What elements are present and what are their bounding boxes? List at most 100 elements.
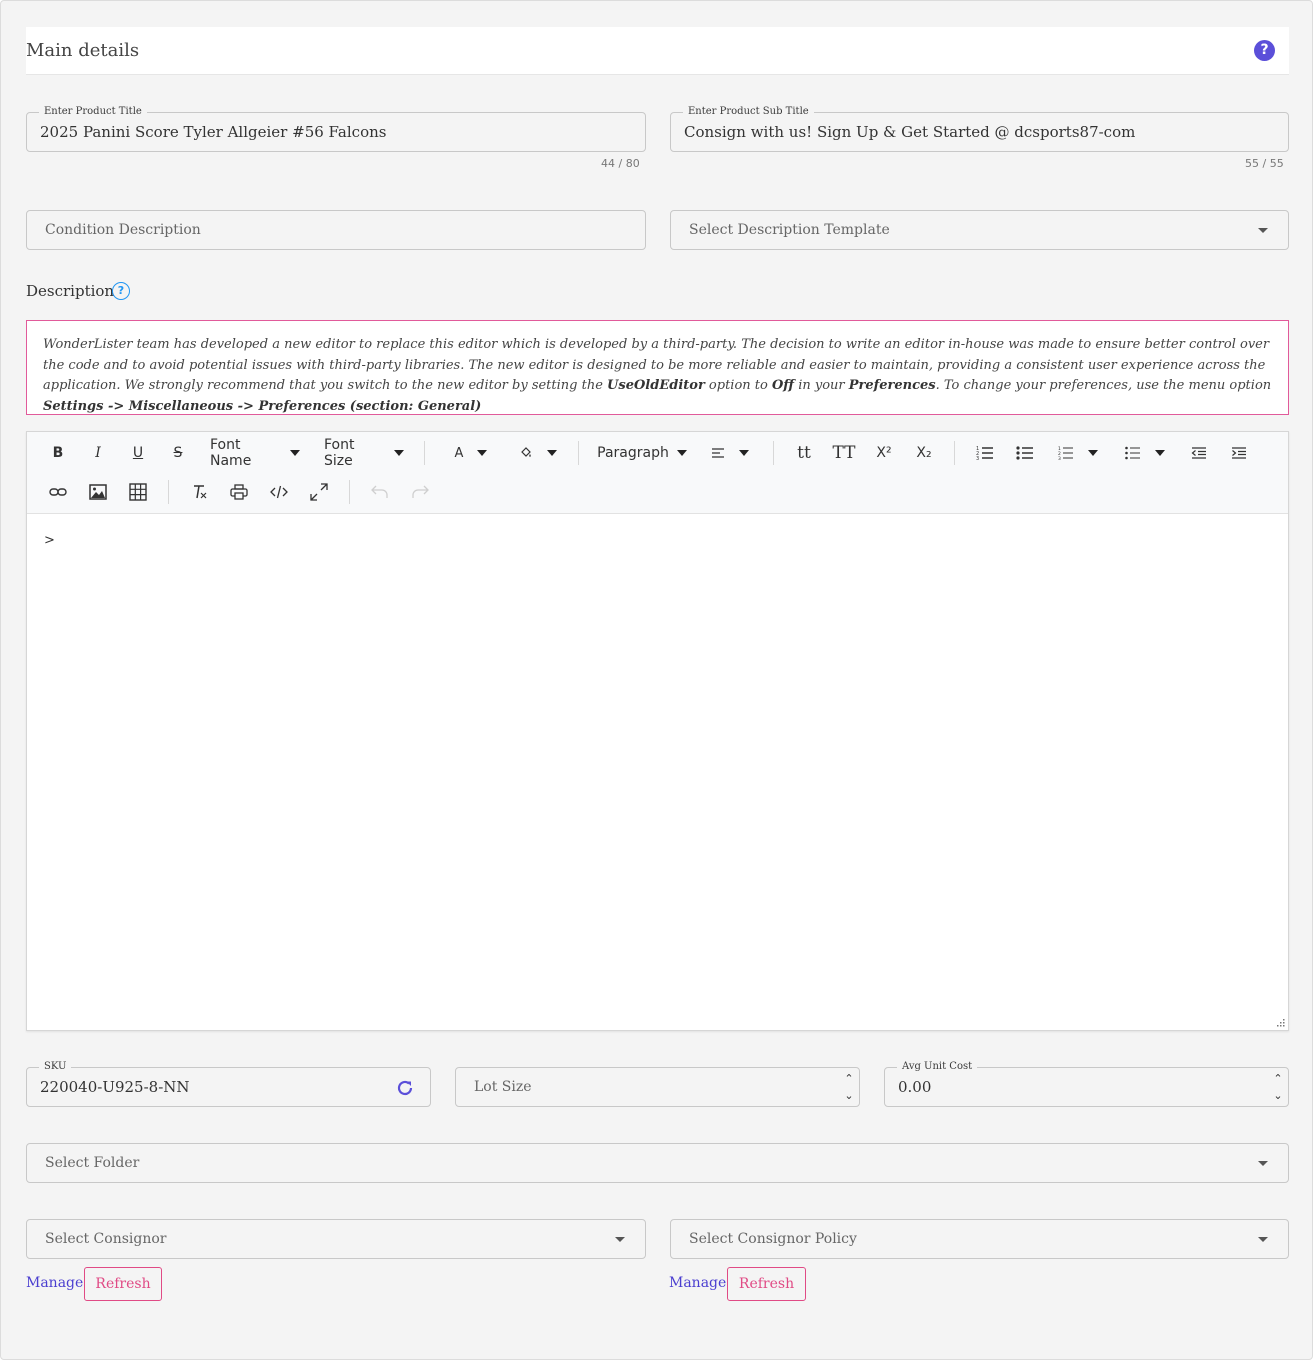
align-left-icon <box>712 448 724 458</box>
superscript-button[interactable]: X² <box>870 439 898 467</box>
toolbar-separator <box>349 480 350 504</box>
printer-icon <box>230 484 248 500</box>
sku-label: SKU <box>39 1060 72 1074</box>
paragraph-label: Paragraph <box>597 445 669 461</box>
clear-format-icon <box>194 485 207 499</box>
subscript-button[interactable]: X₂ <box>910 439 938 467</box>
consignor-placeholder: Select Consignor <box>45 1231 167 1247</box>
consignor-select[interactable]: Select Consignor <box>26 1219 646 1259</box>
notice-option-value: Off <box>771 378 795 393</box>
caret-down-icon <box>394 450 404 456</box>
chevron-up-icon[interactable]: ⌃ <box>842 1070 856 1087</box>
resize-handle-icon[interactable] <box>1275 1017 1285 1027</box>
svg-text:3: 3 <box>976 456 979 461</box>
sku-field[interactable]: SKU 220040-U925-8-NN <box>26 1060 431 1107</box>
svg-text:3: 3 <box>1058 456 1061 460</box>
consignor-refresh-button[interactable]: Refresh <box>84 1267 162 1301</box>
avg-unit-cost-spinner[interactable]: ⌃ ⌄ <box>1271 1070 1285 1104</box>
outdent-button[interactable] <box>1185 439 1213 467</box>
toolbar-separator <box>168 480 169 504</box>
toolbar-separator <box>773 441 774 465</box>
paint-bucket-icon <box>521 447 531 457</box>
ordered-list-style-dropdown[interactable]: 123 <box>1051 439 1105 467</box>
source-code-button[interactable] <box>265 478 293 506</box>
indent-button[interactable] <box>1225 439 1253 467</box>
insert-image-button[interactable] <box>84 478 112 506</box>
alignment-dropdown[interactable] <box>707 439 753 467</box>
clear-formatting-button[interactable] <box>185 478 213 506</box>
consignor-policy-refresh-button[interactable]: Refresh <box>727 1267 806 1301</box>
description-template-select[interactable]: Select Description Template <box>670 210 1289 250</box>
product-title-counter: 44 / 80 <box>601 157 640 170</box>
font-name-dropdown[interactable]: Font Name <box>210 437 300 469</box>
redo-icon <box>412 485 429 498</box>
product-title-label: Enter Product Title <box>39 105 147 119</box>
expand-icon <box>310 483 328 501</box>
editor-toolbar: B I U S Font Name Font Size A Paragraph <box>27 432 1288 514</box>
font-size-dropdown[interactable]: Font Size <box>324 437 404 469</box>
caret-down-icon <box>547 450 557 456</box>
editor-content-area[interactable]: > <box>27 515 1288 1030</box>
sku-value[interactable]: 220040-U925-8-NN <box>40 1078 190 1096</box>
description-template-placeholder: Select Description Template <box>689 222 890 238</box>
chevron-down-icon[interactable] <box>615 1237 625 1242</box>
chevron-down-icon[interactable]: ⌄ <box>842 1087 856 1104</box>
print-button[interactable] <box>225 478 253 506</box>
consignor-policy-manage-link[interactable]: Manage <box>669 1275 726 1291</box>
font-color-dropdown[interactable]: A <box>447 439 495 467</box>
chevron-down-icon[interactable] <box>1258 1161 1268 1166</box>
main-details-panel: Main details ? Enter Product Title 2025 … <box>0 0 1313 1360</box>
avg-unit-cost-field[interactable]: Avg Unit Cost 0.00 ⌃ ⌄ <box>884 1060 1289 1107</box>
section-title: Main details <box>26 40 140 61</box>
product-title-field[interactable]: Enter Product Title 2025 Panini Score Ty… <box>26 105 646 152</box>
fullscreen-button[interactable] <box>305 478 333 506</box>
toolbar-separator <box>578 441 579 465</box>
bullet-list-style-dropdown[interactable] <box>1118 439 1172 467</box>
lowercase-button[interactable]: tt <box>790 439 818 467</box>
redo-button[interactable] <box>406 478 434 506</box>
chevron-down-icon[interactable] <box>1258 1237 1268 1242</box>
insert-link-button[interactable] <box>44 478 72 506</box>
caret-down-icon <box>1155 450 1165 456</box>
font-size-label: Font Size <box>324 437 355 469</box>
avg-unit-cost-value[interactable]: 0.00 <box>898 1078 931 1096</box>
bold-button[interactable]: B <box>44 439 72 467</box>
bullet-list-icon <box>1016 446 1033 460</box>
chevron-down-icon[interactable] <box>1258 228 1268 233</box>
product-subtitle-field[interactable]: Enter Product Sub Title Consign with us!… <box>670 105 1289 152</box>
lot-size-placeholder: Lot Size <box>474 1079 532 1095</box>
chevron-down-icon[interactable]: ⌄ <box>1271 1087 1285 1104</box>
notice-menu-path: Settings -> Miscellaneous -> Preferences… <box>43 398 482 414</box>
paragraph-dropdown[interactable]: Paragraph <box>597 439 687 467</box>
toolbar-separator <box>424 441 425 465</box>
condition-description-field[interactable]: Condition Description <box>26 210 646 250</box>
code-icon <box>270 485 288 499</box>
lot-size-spinner[interactable]: ⌃ ⌄ <box>842 1070 856 1104</box>
folder-select[interactable]: Select Folder <box>26 1143 1289 1183</box>
insert-table-button[interactable] <box>124 478 152 506</box>
undo-icon <box>371 485 388 498</box>
description-help-icon[interactable]: ? <box>112 282 130 300</box>
help-icon[interactable]: ? <box>1254 40 1275 61</box>
consignor-policy-placeholder: Select Consignor Policy <box>689 1231 857 1247</box>
unordered-list-button[interactable] <box>1011 439 1039 467</box>
outdent-icon <box>1191 447 1206 459</box>
consignor-policy-select[interactable]: Select Consignor Policy <box>670 1219 1289 1259</box>
product-subtitle-value[interactable]: Consign with us! Sign Up & Get Started @… <box>684 123 1135 141</box>
chevron-up-icon[interactable]: ⌃ <box>1271 1070 1285 1087</box>
product-title-value[interactable]: 2025 Panini Score Tyler Allgeier #56 Fal… <box>40 123 386 141</box>
underline-button[interactable]: U <box>124 439 152 467</box>
ordered-list-button[interactable]: 123 <box>971 439 999 467</box>
background-color-dropdown[interactable] <box>514 439 562 467</box>
notice-preferences: Preferences <box>848 378 936 393</box>
font-color-icon: A <box>454 445 464 461</box>
uppercase-button[interactable]: TT <box>830 439 858 467</box>
link-icon <box>49 488 67 496</box>
consignor-manage-link[interactable]: Manage <box>26 1275 83 1291</box>
lot-size-field[interactable]: Lot Size ⌃ ⌄ <box>455 1067 860 1107</box>
strikethrough-button[interactable]: S <box>164 439 192 467</box>
undo-button[interactable] <box>366 478 394 506</box>
refresh-icon[interactable] <box>396 1079 414 1097</box>
italic-button[interactable]: I <box>84 439 112 467</box>
avg-unit-cost-label: Avg Unit Cost <box>897 1060 978 1074</box>
